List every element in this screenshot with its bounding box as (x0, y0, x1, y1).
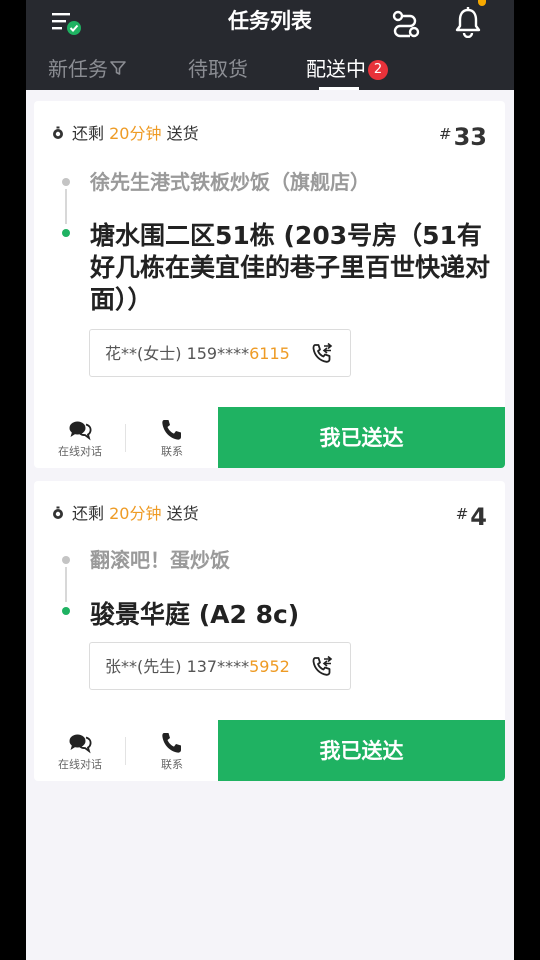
contact-label: 联系 (161, 445, 183, 458)
time-value: 20分钟 (109, 124, 162, 143)
customer-contact[interactable]: 花**(女士) 159****6115 (89, 329, 351, 377)
contact-button[interactable]: 联系 (126, 720, 218, 781)
route-line (65, 567, 67, 602)
order-number-value: 33 (453, 123, 487, 151)
contact-name-phone: 张**(先生) 137**** (105, 657, 250, 676)
time-value: 20分钟 (109, 504, 162, 523)
tab-bar: 新任务 待取货 配送中 2 (26, 46, 514, 90)
filter-icon[interactable] (110, 60, 126, 76)
bell-icon[interactable] (452, 6, 484, 38)
shop-name: 徐先生港式铁板炒饭（旗舰店） (90, 170, 370, 194)
time-prefix: 还剩 (72, 124, 105, 143)
order-card: 还剩 20分钟 送货 #33 徐先生港式铁板炒饭（旗舰店） 塘水围二区51栋 (… (34, 101, 505, 468)
customer-contact[interactable]: 张**(先生) 137****5952 (89, 642, 351, 690)
delivered-button[interactable]: 我已送达 (218, 720, 505, 781)
tab-new-task[interactable]: 新任务 (48, 54, 126, 84)
page-title: 任务列表 (228, 9, 312, 33)
delivery-address: 塘水围二区51栋 (203号房（51有好几栋在美宜佳的巷子里百世快递对面）） (90, 221, 491, 314)
shop-dot (62, 178, 70, 186)
delivered-button[interactable]: 我已送达 (218, 407, 505, 468)
timer-icon (53, 506, 63, 519)
online-chat-button[interactable]: 在线对话 (34, 720, 126, 781)
order-number-value: 4 (470, 503, 487, 531)
active-tab-indicator (319, 87, 359, 90)
contact-button[interactable]: 联系 (126, 407, 218, 468)
time-remaining: 还剩 20分钟 送货 (52, 119, 199, 149)
order-number: #4 (455, 499, 487, 531)
phone-call-icon[interactable] (310, 655, 334, 679)
phone-icon (162, 420, 181, 440)
phone-call-icon[interactable] (310, 342, 334, 366)
address-dot (62, 229, 70, 237)
contact-label: 联系 (161, 758, 183, 771)
tab-count-badge: 2 (368, 60, 388, 80)
contact-name-phone: 花**(女士) 159**** (105, 344, 250, 363)
hash-sign: # (439, 125, 452, 143)
contact-phone-tail: 6115 (249, 344, 290, 363)
shop-dot (62, 556, 70, 564)
online-chat-label: 在线对话 (58, 445, 102, 458)
tab-waiting-pickup-label: 待取货 (188, 57, 248, 81)
top-bar: 任务列表 新任务 待取货 配送中 2 (26, 0, 514, 90)
contact-phone-tail: 5952 (249, 657, 290, 676)
tab-new-task-label: 新任务 (48, 57, 108, 81)
order-card: 还剩 20分钟 送货 #4 翻滚吧！蛋炒饭 骏景华庭 (A2 8c) 张**(先… (34, 481, 505, 781)
chat-bubbles-icon (69, 734, 92, 754)
route-line (65, 189, 67, 224)
time-suffix: 送货 (166, 504, 199, 523)
online-chat-button[interactable]: 在线对话 (34, 407, 126, 468)
route-icon[interactable] (390, 8, 422, 38)
tab-delivering-label: 配送中 (306, 57, 366, 81)
address-dot (62, 607, 70, 615)
tab-waiting-pickup[interactable]: 待取货 (188, 54, 248, 84)
order-actions: 在线对话 联系 我已送达 (34, 720, 505, 781)
order-actions: 在线对话 联系 我已送达 (34, 407, 505, 468)
hash-sign: # (455, 505, 469, 523)
order-number: #33 (439, 119, 487, 151)
shop-name: 翻滚吧！蛋炒饭 (90, 548, 230, 572)
time-prefix: 还剩 (72, 504, 105, 523)
phone-icon (162, 733, 181, 753)
app-screen: 任务列表 新任务 待取货 配送中 2 还剩 20分钟 送货 #33 徐先生港式铁… (26, 0, 514, 960)
tab-delivering[interactable]: 配送中 2 (306, 54, 388, 84)
online-chat-label: 在线对话 (58, 758, 102, 771)
time-suffix: 送货 (166, 124, 199, 143)
delivery-address: 骏景华庭 (A2 8c) (90, 600, 300, 629)
chat-bubbles-icon (69, 421, 92, 441)
time-remaining: 还剩 20分钟 送货 (52, 499, 199, 529)
timer-icon (53, 126, 63, 139)
